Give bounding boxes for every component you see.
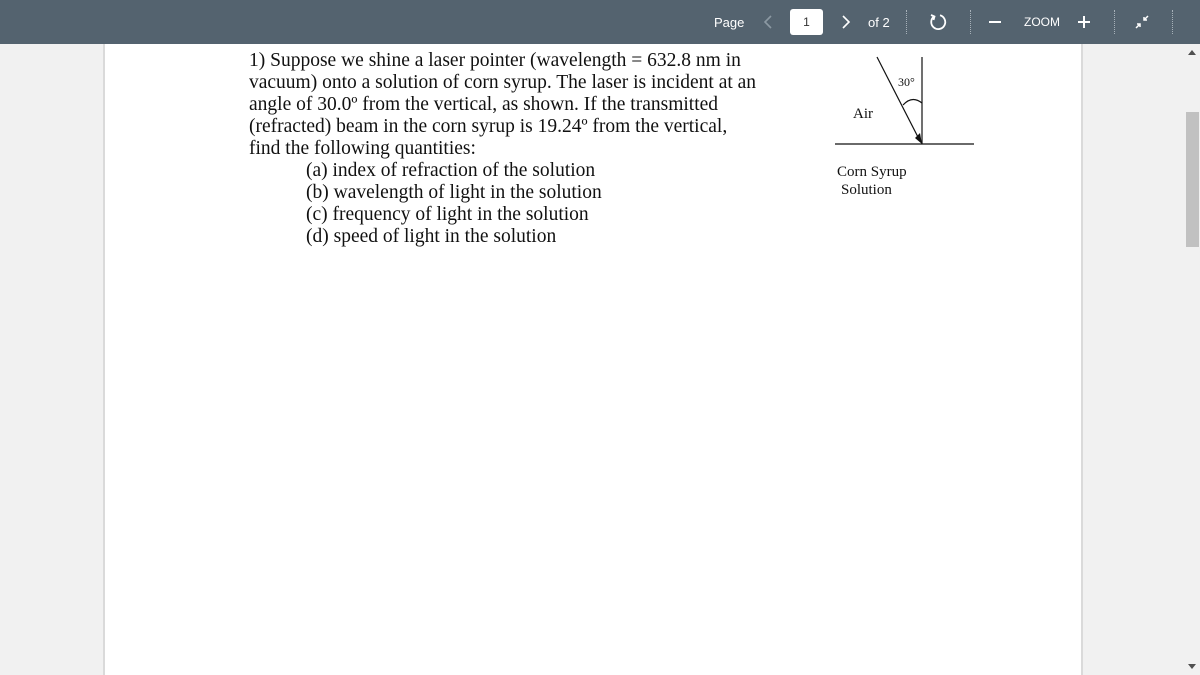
corn-syrup-label: Corn Syrup Solution (837, 163, 907, 199)
previous-page-button[interactable] (760, 0, 776, 44)
zoom-label: ZOOM (1024, 15, 1060, 29)
rotate-icon (930, 14, 947, 30)
corn-syrup-label-line2: Solution (841, 182, 892, 198)
zoom-out-button[interactable] (985, 0, 1005, 44)
rotate-button[interactable] (928, 0, 948, 44)
sub-question-d: (d) speed of light in the solution (306, 226, 557, 247)
next-page-button[interactable] (838, 0, 854, 44)
corn-syrup-label-line1: Corn Syrup (837, 164, 907, 180)
divider (906, 10, 907, 34)
right-gutter (1081, 44, 1200, 675)
fit-page-button[interactable] (1132, 0, 1152, 44)
page-count: of 2 (868, 14, 890, 30)
zoom-in-button[interactable] (1074, 0, 1094, 44)
sub-question-b: (b) wavelength of light in the solution (306, 182, 602, 203)
angle-arc (902, 98, 923, 106)
question-line: 1) Suppose we shine a laser pointer (wav… (249, 50, 741, 71)
scroll-up-arrow-icon[interactable] (1188, 50, 1196, 55)
question-line: find the following quantities: (249, 138, 476, 159)
question-line: (refracted) beam in the corn syrup is 19… (249, 116, 728, 137)
divider (970, 10, 971, 34)
page-label: Page (714, 14, 745, 30)
divider (1172, 10, 1173, 34)
question-text: 1) Suppose we shine a laser pointer (wav… (249, 50, 756, 248)
collapse-icon (1135, 15, 1149, 29)
page-number-input[interactable] (790, 9, 823, 35)
chevron-right-icon (842, 15, 851, 29)
sub-question-a: (a) index of refraction of the solution (306, 160, 596, 181)
plus-icon (1078, 16, 1090, 28)
scroll-down-arrow-icon[interactable] (1188, 664, 1196, 669)
sub-question-c: (c) frequency of light in the solution (306, 204, 589, 225)
minus-icon (989, 21, 1001, 23)
chevron-left-icon (763, 15, 772, 29)
air-label: Air (853, 106, 873, 122)
scrollbar-thumb[interactable] (1186, 112, 1199, 247)
question-line: vacuum) onto a solution of corn syrup. T… (249, 72, 757, 93)
left-gutter (0, 44, 105, 675)
ray-arrowhead-icon (915, 133, 922, 144)
question-line: angle of 30.0º from the vertical, as sho… (249, 94, 719, 115)
divider (1114, 10, 1115, 34)
pdf-toolbar: Page of 2 ZOOM (0, 0, 1200, 44)
angle-label: 30° (898, 75, 915, 89)
